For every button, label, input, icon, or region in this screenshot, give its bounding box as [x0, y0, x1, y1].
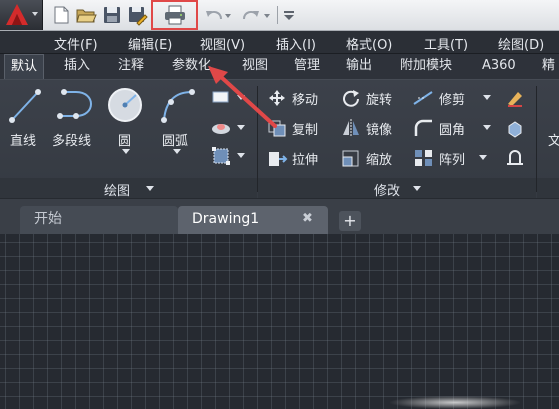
new-tab-button[interactable]: + — [339, 211, 361, 231]
start-tab[interactable]: 开始 — [20, 206, 178, 234]
file-tab-bar: 开始 Drawing1 ✖ + — [0, 198, 559, 235]
drawing-canvas[interactable] — [0, 234, 559, 409]
close-tab-icon[interactable]: ✖ — [302, 206, 313, 232]
drawing1-tab-label: Drawing1 — [192, 211, 260, 227]
drawing1-tab[interactable]: Drawing1 ✖ — [178, 206, 328, 234]
start-tab-label: 开始 — [34, 211, 62, 227]
canvas-artifact — [390, 396, 520, 409]
